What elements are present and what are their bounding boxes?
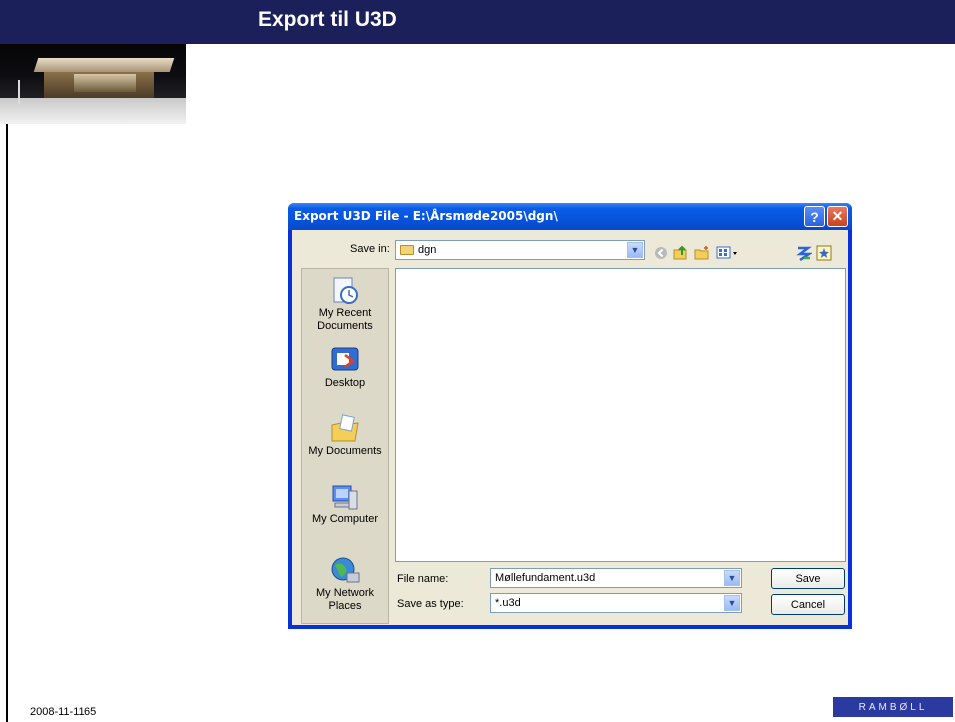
- file-list[interactable]: [395, 268, 846, 562]
- close-button[interactable]: ✕: [827, 206, 848, 227]
- favorites-icon[interactable]: [815, 244, 833, 262]
- footer-page-number: 65: [84, 706, 97, 718]
- logo-text: RAMBØLL: [858, 701, 928, 713]
- file-name-input[interactable]: Møllefundament.u3d ▼: [490, 568, 742, 588]
- folder-icon: [400, 245, 414, 255]
- cancel-button[interactable]: Cancel: [771, 594, 845, 615]
- place-my-network-places[interactable]: My Network Places: [302, 555, 388, 613]
- place-my-computer[interactable]: My Computer: [302, 481, 388, 526]
- place-label: My Recent Documents: [317, 307, 373, 332]
- back-arrow-icon[interactable]: [652, 244, 670, 262]
- recent-documents-icon: [329, 275, 361, 307]
- company-logo: RAMBØLL: [833, 697, 953, 717]
- new-folder-icon[interactable]: [693, 244, 711, 262]
- footer-date: 2008-11-11: [30, 706, 85, 718]
- file-name-label: File name:: [397, 573, 449, 585]
- place-label: My Network Places: [315, 587, 375, 612]
- save-as-type-label: Save as type:: [397, 598, 464, 610]
- chevron-down-icon[interactable]: ▼: [627, 242, 643, 258]
- place-label: My Documents: [308, 445, 382, 457]
- place-desktop[interactable]: Desktop: [302, 345, 388, 390]
- export-u3d-dialog: Export U3D File - E:\Årsmøde2005\dgn\ ? …: [288, 203, 852, 629]
- my-computer-icon: [329, 481, 361, 513]
- desktop-icon: [329, 345, 361, 377]
- building-photo: [0, 44, 186, 124]
- place-my-documents[interactable]: My Documents: [302, 413, 388, 458]
- save-as-type-value: *.u3d: [495, 597, 521, 609]
- save-in-value: dgn: [418, 244, 437, 256]
- places-bar: My Recent Documents Desktop My Documents…: [301, 268, 389, 624]
- place-my-recent-documents[interactable]: My Recent Documents: [302, 275, 388, 333]
- save-in-label: Save in:: [350, 243, 390, 255]
- help-button[interactable]: ?: [804, 206, 825, 227]
- slide-header: Export til U3D: [0, 0, 955, 44]
- help-icon: ?: [810, 208, 819, 225]
- slide-left-rule: [6, 124, 8, 722]
- slide-title: Export til U3D: [258, 8, 397, 31]
- up-folder-icon[interactable]: [672, 244, 690, 262]
- save-in-dropdown[interactable]: dgn ▼: [395, 240, 645, 260]
- place-label: My Computer: [311, 513, 379, 525]
- close-icon: ✕: [831, 208, 844, 224]
- save-button[interactable]: Save: [771, 568, 845, 589]
- chevron-down-icon[interactable]: ▼: [724, 595, 740, 611]
- dialog-body: Save in: dgn ▼ My Recent Documents Deskt…: [292, 230, 848, 625]
- network-icon[interactable]: [795, 244, 813, 262]
- chevron-down-icon[interactable]: ▼: [724, 570, 740, 586]
- views-menu-icon[interactable]: [715, 244, 741, 262]
- place-label: Desktop: [324, 377, 366, 389]
- my-documents-icon: [329, 413, 361, 445]
- dialog-titlebar[interactable]: Export U3D File - E:\Årsmøde2005\dgn\ ? …: [288, 203, 852, 230]
- file-name-value: Møllefundament.u3d: [495, 572, 596, 584]
- save-as-type-dropdown[interactable]: *.u3d ▼: [490, 593, 742, 613]
- network-places-icon: [329, 555, 361, 587]
- dialog-title: Export U3D File - E:\Årsmøde2005\dgn\: [294, 209, 558, 223]
